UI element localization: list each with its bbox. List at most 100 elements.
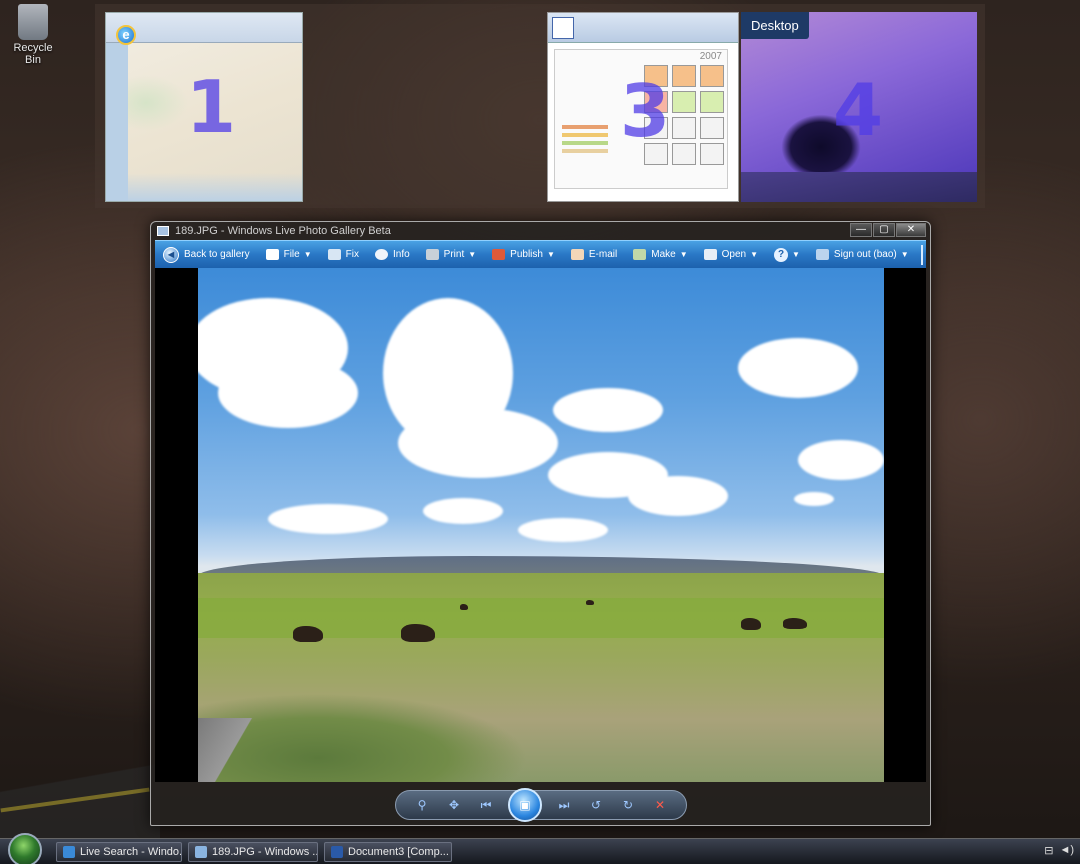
help-menu[interactable]: ? ▼	[766, 241, 808, 268]
sign-out-label: Sign out (bao)	[833, 249, 897, 260]
make-icon	[633, 249, 647, 260]
print-menu[interactable]: Print ▼	[418, 241, 484, 268]
rotate-clockwise-icon[interactable]: ↻	[618, 797, 638, 813]
file-menu[interactable]: File ▼	[258, 241, 320, 268]
taskbar-button-photo-gallery[interactable]: 189.JPG - Windows ...	[188, 842, 318, 862]
bison	[460, 604, 468, 610]
maximize-button[interactable]: ▢	[873, 223, 895, 237]
make-menu-label: Make	[651, 249, 676, 260]
chevron-down-icon: ▼	[546, 250, 555, 259]
viewer-control-bar: ⚲ ✥ ⏮ ▣ ⏭ ↺ ↻ ✕	[395, 788, 687, 822]
user-avatar[interactable]	[920, 244, 923, 265]
publish-icon	[492, 249, 506, 260]
print-menu-label: Print	[443, 249, 465, 260]
calendar-month	[700, 117, 724, 139]
taskbar-button-label: Document3 [Comp...	[348, 846, 449, 858]
virtual-desktop-number: 1	[186, 65, 237, 149]
calendar-month	[700, 65, 724, 87]
open-icon	[703, 249, 717, 260]
bison	[586, 600, 594, 605]
back-to-gallery-label: Back to gallery	[184, 249, 250, 260]
make-menu[interactable]: Make ▼	[625, 241, 695, 268]
open-menu[interactable]: Open ▼	[696, 241, 766, 268]
fix-button[interactable]: Fix	[320, 241, 367, 268]
word-icon	[552, 17, 574, 39]
calendar-month	[672, 117, 696, 139]
calendar-year: 2007	[699, 51, 722, 62]
cloud	[268, 504, 388, 534]
bison	[741, 618, 761, 630]
file-icon	[265, 249, 279, 260]
zoom-icon[interactable]: ⚲	[412, 797, 432, 813]
taskbar-button-live-search[interactable]: Live Search - Windo...	[56, 842, 182, 862]
delete-icon[interactable]: ✕	[650, 797, 670, 813]
system-tray: ⊟ ◄)	[1044, 844, 1074, 857]
cloud	[518, 518, 608, 542]
photo-gallery-icon	[157, 226, 169, 236]
ie-icon	[63, 846, 75, 858]
fix-label: Fix	[345, 249, 359, 260]
photo-gallery-window: 189.JPG - Windows Live Photo Gallery Bet…	[150, 221, 931, 826]
chevron-down-icon: ▼	[750, 250, 758, 259]
open-menu-label: Open	[721, 249, 747, 260]
tunnel-road	[741, 172, 977, 202]
virtual-desktop-switcher: e 1 2007 3 4 Desktop	[95, 4, 985, 208]
virtual-desktop-number: 3	[620, 69, 671, 153]
photo-viewer	[155, 268, 926, 782]
bison	[293, 626, 323, 642]
back-to-gallery-button[interactable]: ◄ Back to gallery	[155, 241, 258, 268]
publish-menu[interactable]: Publish ▼	[484, 241, 563, 268]
email-label: E-mail	[588, 249, 618, 260]
printer-icon	[425, 249, 439, 260]
calendar-month	[700, 143, 724, 165]
cloud	[738, 338, 858, 398]
legend-bar	[562, 133, 608, 137]
next-icon[interactable]: ⏭	[554, 797, 574, 813]
volume-icon[interactable]: ◄)	[1059, 844, 1074, 857]
window-titlebar[interactable]: 189.JPG - Windows Live Photo Gallery Bet…	[151, 222, 930, 240]
cloud	[218, 358, 358, 428]
fix-icon	[327, 249, 341, 260]
previous-icon[interactable]: ⏮	[476, 797, 496, 813]
info-button[interactable]: Info	[367, 241, 418, 268]
network-icon[interactable]: ⊟	[1044, 844, 1053, 857]
sign-out-icon	[815, 249, 829, 260]
cloud	[423, 498, 503, 524]
calendar-month	[700, 91, 724, 113]
sign-out-menu[interactable]: Sign out (bao) ▼	[808, 241, 917, 268]
virtual-desktop-4-thumbnail[interactable]: 4	[741, 12, 977, 202]
rotate-counterclockwise-icon[interactable]: ↺	[586, 797, 606, 813]
email-button[interactable]: E-mail	[563, 241, 625, 268]
browser-chrome	[106, 13, 302, 43]
desktop-label: Desktop	[741, 12, 809, 39]
cloud	[553, 388, 663, 432]
window-controls: — ▢ ✕	[850, 223, 926, 237]
slideshow-button[interactable]: ▣	[508, 788, 542, 822]
actual-size-icon[interactable]: ✥	[444, 797, 464, 813]
photo-gallery-toolbar: ◄ Back to gallery File ▼ Fix Info Print …	[155, 240, 926, 268]
chevron-down-icon: ▼	[679, 250, 688, 259]
virtual-desktop-3-thumbnail[interactable]: 2007 3	[547, 12, 739, 202]
window-title: 189.JPG - Windows Live Photo Gallery Bet…	[175, 225, 391, 237]
taskbar-button-document[interactable]: Document3 [Comp...	[324, 842, 452, 862]
help-icon: ?	[774, 247, 788, 262]
recycle-bin-shortcut[interactable]: Recycle Bin	[4, 4, 62, 66]
publish-menu-label: Publish	[510, 249, 543, 260]
info-icon	[374, 249, 388, 260]
email-icon	[570, 249, 584, 260]
word-ribbon	[548, 13, 738, 43]
taskbar-button-label: Live Search - Windo...	[80, 846, 182, 858]
taskbar-button-label: 189.JPG - Windows ...	[212, 846, 318, 858]
photo-gallery-icon	[195, 846, 207, 858]
chevron-down-icon: ▼	[303, 250, 312, 259]
calendar-month	[672, 65, 696, 87]
cloud	[798, 440, 884, 480]
ie-icon: e	[116, 25, 136, 45]
close-button[interactable]: ✕	[896, 223, 926, 237]
minimize-button[interactable]: —	[850, 223, 872, 237]
calendar-month	[672, 91, 696, 113]
start-button[interactable]	[8, 833, 42, 864]
chevron-down-icon: ▼	[900, 250, 909, 259]
calendar-month	[672, 143, 696, 165]
virtual-desktop-1-thumbnail[interactable]: e 1	[105, 12, 303, 202]
